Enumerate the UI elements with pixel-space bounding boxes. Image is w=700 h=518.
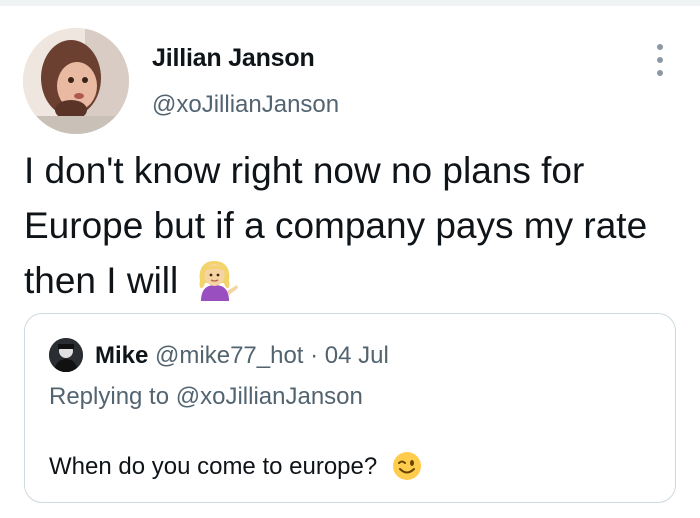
quoted-body: When do you come to europe? <box>49 451 422 488</box>
more-dot <box>657 70 663 76</box>
winking-face-icon <box>392 451 422 488</box>
more-dot <box>657 57 663 63</box>
top-divider <box>0 0 700 6</box>
quoted-tweet-card[interactable]: Mike @mike77_hot · 04 Jul Replying to @x… <box>24 313 676 503</box>
quoted-author-avatar[interactable] <box>49 338 83 372</box>
more-vertical-icon[interactable] <box>652 44 668 76</box>
tweet-text: I don't know right now no plans for Euro… <box>24 150 648 301</box>
tweet-body: I don't know right now no plans for Euro… <box>24 143 674 316</box>
author-name[interactable]: Jillian Janson <box>152 44 315 73</box>
author-handle[interactable]: @xoJillianJanson <box>152 91 339 119</box>
quoted-text: When do you come to europe? <box>49 453 378 480</box>
quoted-author-name[interactable]: Mike <box>95 342 148 369</box>
quoted-author-meta: @mike77_hot · 04 Jul <box>155 342 389 369</box>
author-avatar[interactable] <box>23 28 129 134</box>
replying-to-text: Replying to @xoJillianJanson <box>49 383 363 410</box>
more-dot <box>657 44 663 50</box>
quoted-header: Mike @mike77_hot · 04 Jul <box>95 342 389 370</box>
woman-tipping-hand-icon <box>193 261 239 316</box>
